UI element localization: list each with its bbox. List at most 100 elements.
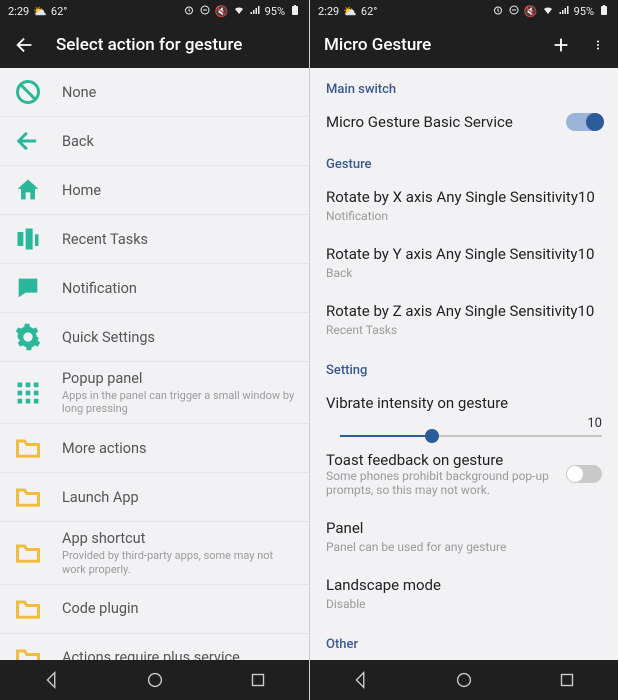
action-folder[interactable]: App shortcut Provided by third-party app… — [0, 522, 309, 584]
vibrate-label: Vibrate intensity on gesture — [326, 394, 602, 412]
basic-service-row[interactable]: Micro Gesture Basic Service — [310, 103, 618, 143]
wifi-icon — [542, 4, 554, 19]
action-folder[interactable]: Code plugin — [0, 585, 309, 634]
action-recent[interactable]: Recent Tasks — [0, 215, 309, 264]
add-icon[interactable] — [550, 34, 572, 56]
wifi-icon — [233, 4, 245, 19]
gesture-row[interactable]: Rotate by X axis Any Single Sensitivity1… — [310, 178, 618, 235]
nav-home-icon[interactable] — [453, 669, 475, 691]
action-folder[interactable]: More actions — [0, 424, 309, 473]
more-icon[interactable] — [592, 34, 604, 56]
nav-back-icon[interactable] — [41, 669, 63, 691]
alarm-icon — [492, 4, 504, 19]
signal-icon — [558, 4, 570, 19]
notif-icon — [14, 274, 42, 302]
status-bar: 2:29 ⛅ 62° 🔇 95% — [310, 0, 618, 22]
action-label: None — [62, 84, 96, 101]
toast-row[interactable]: Toast feedback on gesture Some phones pr… — [310, 441, 618, 509]
panel-row[interactable]: Panel Panel can be used for any gesture — [310, 509, 618, 566]
action-label: Actions require plus service — [62, 649, 240, 660]
folder-icon — [14, 434, 42, 462]
action-label: Home — [62, 182, 101, 199]
action-popup[interactable]: Popup panel Apps in the panel can trigge… — [0, 362, 309, 424]
action-label: Notification — [62, 280, 137, 297]
toast-label: Toast feedback on gesture — [326, 451, 556, 469]
phone-left: 2:29 ⛅ 62° 🔇 95% — [0, 0, 309, 700]
status-temp: 62° — [361, 5, 377, 18]
landscape-row[interactable]: Landscape mode Disable — [310, 566, 618, 623]
signal-icon — [249, 4, 261, 19]
folder-icon — [14, 539, 42, 567]
home-icon — [14, 176, 42, 204]
qs-icon — [14, 323, 42, 351]
popup-icon — [14, 379, 42, 407]
panel-sub: Panel can be used for any gesture — [326, 540, 602, 554]
folder-icon — [14, 595, 42, 623]
action-none[interactable]: None — [0, 68, 309, 117]
page-title: Select action for gesture — [56, 35, 295, 55]
status-time: 2:29 — [8, 5, 29, 18]
action-folder[interactable]: Actions require plus service — [0, 634, 309, 660]
battery-icon — [598, 4, 610, 19]
nav-bar — [0, 660, 309, 700]
nav-home-icon[interactable] — [144, 669, 166, 691]
folder-icon — [14, 483, 42, 511]
settings-list: Main switch Micro Gesture Basic Service … — [310, 68, 618, 660]
status-time: 2:29 — [318, 5, 339, 18]
action-label: Launch App — [62, 489, 139, 506]
phone-right: 2:29 ⛅ 62° 🔇 95% Micro Gesture — [309, 0, 618, 700]
nav-recent-icon[interactable] — [556, 669, 578, 691]
toast-sub: Some phones prohibit background pop-up p… — [326, 469, 556, 497]
action-back[interactable]: Back — [0, 117, 309, 166]
status-temp: 62° — [51, 5, 67, 18]
back-arrow-icon[interactable] — [14, 34, 36, 56]
status-temp-icon: ⛅ — [343, 5, 357, 18]
gesture-title: Rotate by X axis Any Single Sensitivity1… — [326, 188, 602, 206]
section-other: Other — [310, 623, 618, 658]
vibrate-row[interactable]: Vibrate intensity on gesture — [310, 384, 618, 416]
appbar: Select action for gesture — [0, 22, 309, 68]
nav-back-icon[interactable] — [350, 669, 372, 691]
battery-text: 95% — [265, 5, 285, 18]
battery-text: 95% — [574, 5, 594, 18]
gesture-sub: Notification — [326, 209, 602, 223]
landscape-sub: Disable — [326, 597, 602, 611]
appbar: Micro Gesture — [310, 22, 618, 68]
battery-icon — [289, 4, 301, 19]
basic-service-label: Micro Gesture Basic Service — [326, 113, 513, 131]
vibrate-slider[interactable] — [310, 431, 618, 441]
action-label: Code plugin — [62, 600, 139, 617]
nav-recent-icon[interactable] — [247, 669, 269, 691]
gesture-sub: Back — [326, 266, 602, 280]
gesture-row[interactable]: Rotate by Y axis Any Single Sensitivity1… — [310, 235, 618, 292]
page-title: Micro Gesture — [324, 35, 530, 55]
gesture-row[interactable]: Rotate by Z axis Any Single Sensitivity1… — [310, 292, 618, 349]
action-label: Quick Settings — [62, 329, 155, 346]
action-list: None Back Home Recent Tasks Notification… — [0, 68, 309, 660]
status-bar: 2:29 ⛅ 62° 🔇 95% — [0, 0, 309, 22]
toast-switch[interactable] — [566, 465, 602, 483]
mute-icon: 🔇 — [524, 5, 538, 18]
action-label: More actions — [62, 440, 147, 457]
none-icon — [14, 78, 42, 106]
action-sub: Provided by third-party apps, some may n… — [62, 549, 295, 575]
action-label: Popup panel — [62, 370, 295, 387]
basic-service-switch[interactable] — [566, 113, 602, 131]
dnd-icon — [199, 4, 211, 19]
gesture-title: Rotate by Z axis Any Single Sensitivity1… — [326, 302, 602, 320]
action-label: Back — [62, 133, 94, 150]
recent-icon — [14, 225, 42, 253]
mute-icon: 🔇 — [215, 5, 229, 18]
section-main-switch: Main switch — [310, 68, 618, 103]
nav-bar — [310, 660, 618, 700]
action-notif[interactable]: Notification — [0, 264, 309, 313]
action-folder[interactable]: Launch App — [0, 473, 309, 522]
alarm-icon — [183, 4, 195, 19]
landscape-label: Landscape mode — [326, 576, 602, 594]
dnd-icon — [508, 4, 520, 19]
status-temp-icon: ⛅ — [33, 5, 47, 18]
action-qs[interactable]: Quick Settings — [0, 313, 309, 362]
action-home[interactable]: Home — [0, 166, 309, 215]
action-label: Recent Tasks — [62, 231, 148, 248]
section-gesture: Gesture — [310, 143, 618, 178]
